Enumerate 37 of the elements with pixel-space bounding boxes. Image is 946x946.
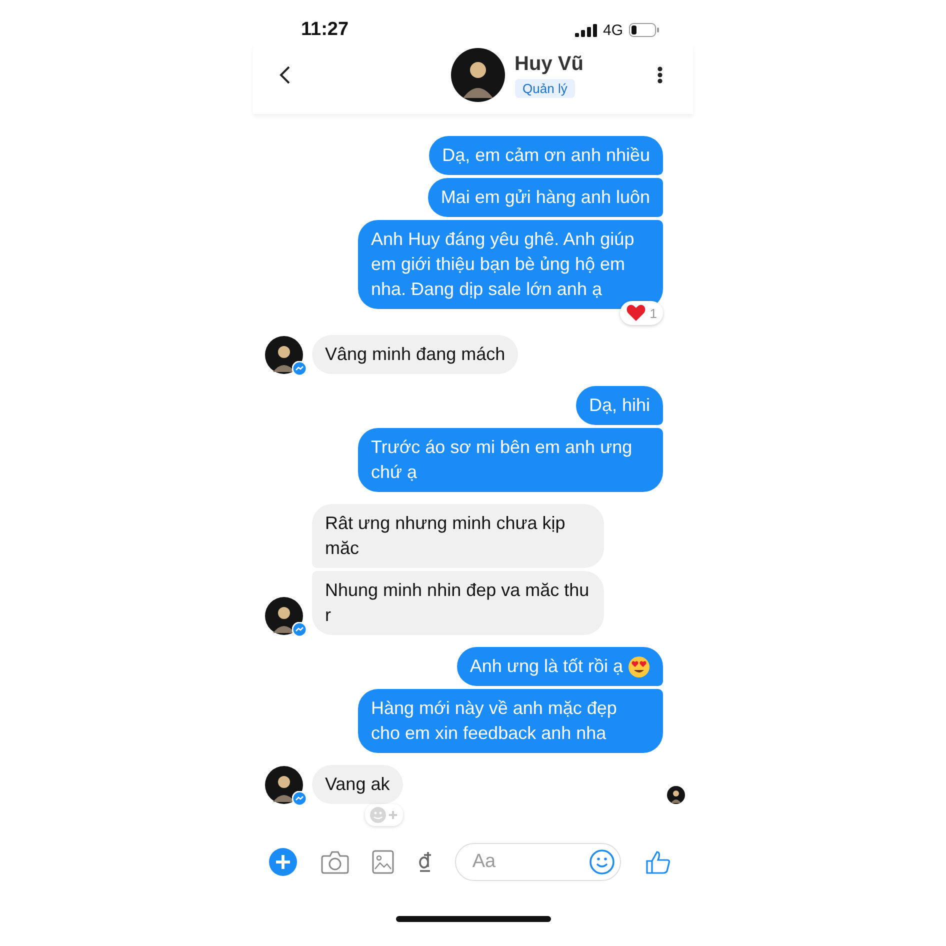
status-time: 11:27: [301, 19, 349, 41]
message-bubble: Vâng minh đang mách: [312, 335, 518, 374]
message-bubble: Nhung minh nhin đep va măc thu r: [312, 571, 604, 635]
smiley-plus-icon: [368, 806, 399, 824]
message-field[interactable]: Aa: [455, 843, 622, 881]
avatar[interactable]: [265, 766, 303, 804]
image-icon[interactable]: [372, 850, 394, 874]
messenger-badge-icon: [292, 361, 307, 376]
reaction-chip[interactable]: 1: [620, 301, 663, 325]
dong-currency-icon[interactable]: [418, 850, 432, 874]
avatar[interactable]: [265, 336, 303, 374]
message-bubble: Trước áo sơ mi bên em anh ưng chứ ạ: [358, 428, 663, 492]
message-bubble: Hàng mới này về anh mặc đẹp cho em xin feedback anh nha: [358, 689, 663, 753]
network-label: 4G: [602, 22, 623, 38]
avatar[interactable]: [265, 597, 303, 635]
avatar[interactable]: [450, 48, 505, 102]
seen-avatar: [667, 786, 685, 804]
messenger-badge-icon: [292, 622, 307, 637]
thumbs-up-icon[interactable]: [644, 849, 671, 875]
camera-icon[interactable]: [320, 850, 349, 874]
more-icon[interactable]: [657, 66, 663, 84]
back-icon[interactable]: [279, 65, 291, 85]
message-bubble: Anh Huy đáng yêu ghê. Anh giúp em giới thiệu bạn bè ủng hộ em nha. Đang dịp sale lớn anh ạ: [358, 220, 663, 309]
message-bubble: Anh ưng là tốt rồi ạ: [456, 647, 663, 686]
plus-button-icon[interactable]: [269, 848, 297, 876]
messenger-badge-icon: [292, 791, 307, 806]
battery-icon: [629, 23, 659, 37]
contact-name: Huy Vũ: [514, 52, 584, 76]
message-bubble: Dạ, em cảm ơn anh nhiều: [429, 136, 663, 175]
message-bubble: Mai em gửi hàng anh luôn: [428, 178, 663, 217]
role-badge: Quản lý: [514, 78, 576, 98]
message-bubble: Rât ưng nhưng minh chưa kịp măc: [312, 504, 604, 568]
message-bubble: Vang ak: [312, 765, 403, 804]
emoji-icon[interactable]: [589, 849, 616, 875]
heart-icon: [626, 304, 646, 322]
signal-icon: [574, 24, 597, 36]
message-bubble: Dạ, hihi: [576, 386, 663, 425]
